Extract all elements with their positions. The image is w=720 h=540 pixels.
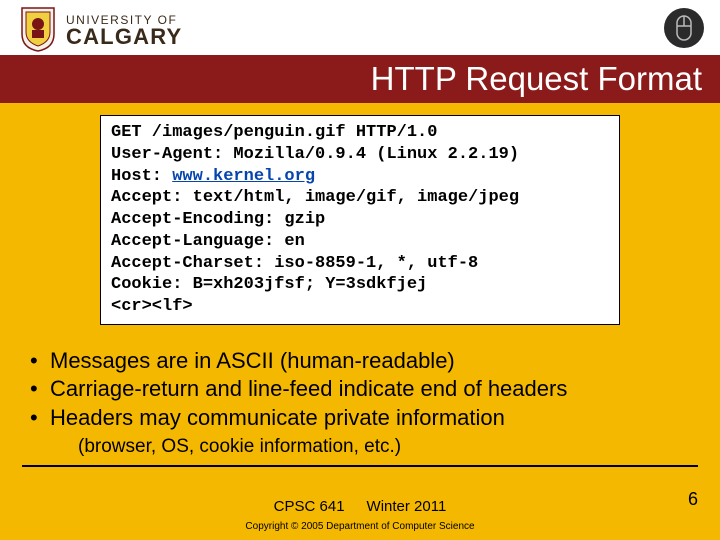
host-link[interactable]: www.kernel.org bbox=[172, 167, 315, 186]
bullet-dot-icon: • bbox=[30, 404, 50, 433]
university-crest-icon bbox=[18, 4, 58, 52]
course-code: CPSC 641 bbox=[274, 498, 345, 515]
bullet-text: Carriage-return and line-feed indicate e… bbox=[50, 375, 567, 404]
code-line: GET /images/penguin.gif HTTP/1.0 bbox=[111, 122, 609, 144]
header-bar: UNIVERSITY OF CALGARY bbox=[0, 0, 720, 55]
slide-title: HTTP Request Format bbox=[371, 60, 702, 98]
bullet-list: • Messages are in ASCII (human-readable)… bbox=[30, 347, 720, 459]
bullet-text: Headers may communicate private informat… bbox=[50, 404, 505, 433]
http-request-codebox: GET /images/penguin.gif HTTP/1.0 User-Ag… bbox=[100, 115, 620, 325]
bullet-dot-icon: • bbox=[30, 347, 50, 376]
sub-bullet-text: (browser, OS, cookie information, etc.) bbox=[78, 435, 720, 460]
bullet-item: • Messages are in ASCII (human-readable) bbox=[30, 347, 720, 376]
bullet-item: • Headers may communicate private inform… bbox=[30, 404, 720, 433]
bullet-text: Messages are in ASCII (human-readable) bbox=[50, 347, 455, 376]
footer: CPSC 641 Winter 2011 Copyright © 2005 Dep… bbox=[0, 498, 720, 532]
page-number: 6 bbox=[688, 489, 698, 510]
bullet-item: • Carriage-return and line-feed indicate… bbox=[30, 375, 720, 404]
code-line: Cookie: B=xh203jfsf; Y=3sdkfjej bbox=[111, 274, 609, 296]
code-line: Accept-Encoding: gzip bbox=[111, 209, 609, 231]
code-line: Accept-Charset: iso-8859-1, *, utf-8 bbox=[111, 253, 609, 275]
code-line: User-Agent: Mozilla/0.9.4 (Linux 2.2.19) bbox=[111, 144, 609, 166]
title-bar: HTTP Request Format bbox=[0, 55, 720, 103]
copyright-text: Copyright © 2005 Department of Computer … bbox=[0, 521, 720, 532]
university-name: UNIVERSITY OF CALGARY bbox=[66, 13, 182, 47]
code-line: Accept-Language: en bbox=[111, 231, 609, 253]
code-line: Host: www.kernel.org bbox=[111, 166, 609, 188]
mouse-icon bbox=[664, 8, 704, 48]
bullet-dot-icon: • bbox=[30, 375, 50, 404]
code-line: Accept: text/html, image/gif, image/jpeg bbox=[111, 187, 609, 209]
footer-course-line: CPSC 641 Winter 2011 bbox=[0, 498, 720, 515]
university-bottom-text: CALGARY bbox=[66, 27, 182, 47]
horizontal-rule bbox=[22, 465, 698, 467]
term: Winter 2011 bbox=[367, 498, 447, 515]
code-line: <cr><lf> bbox=[111, 296, 609, 318]
